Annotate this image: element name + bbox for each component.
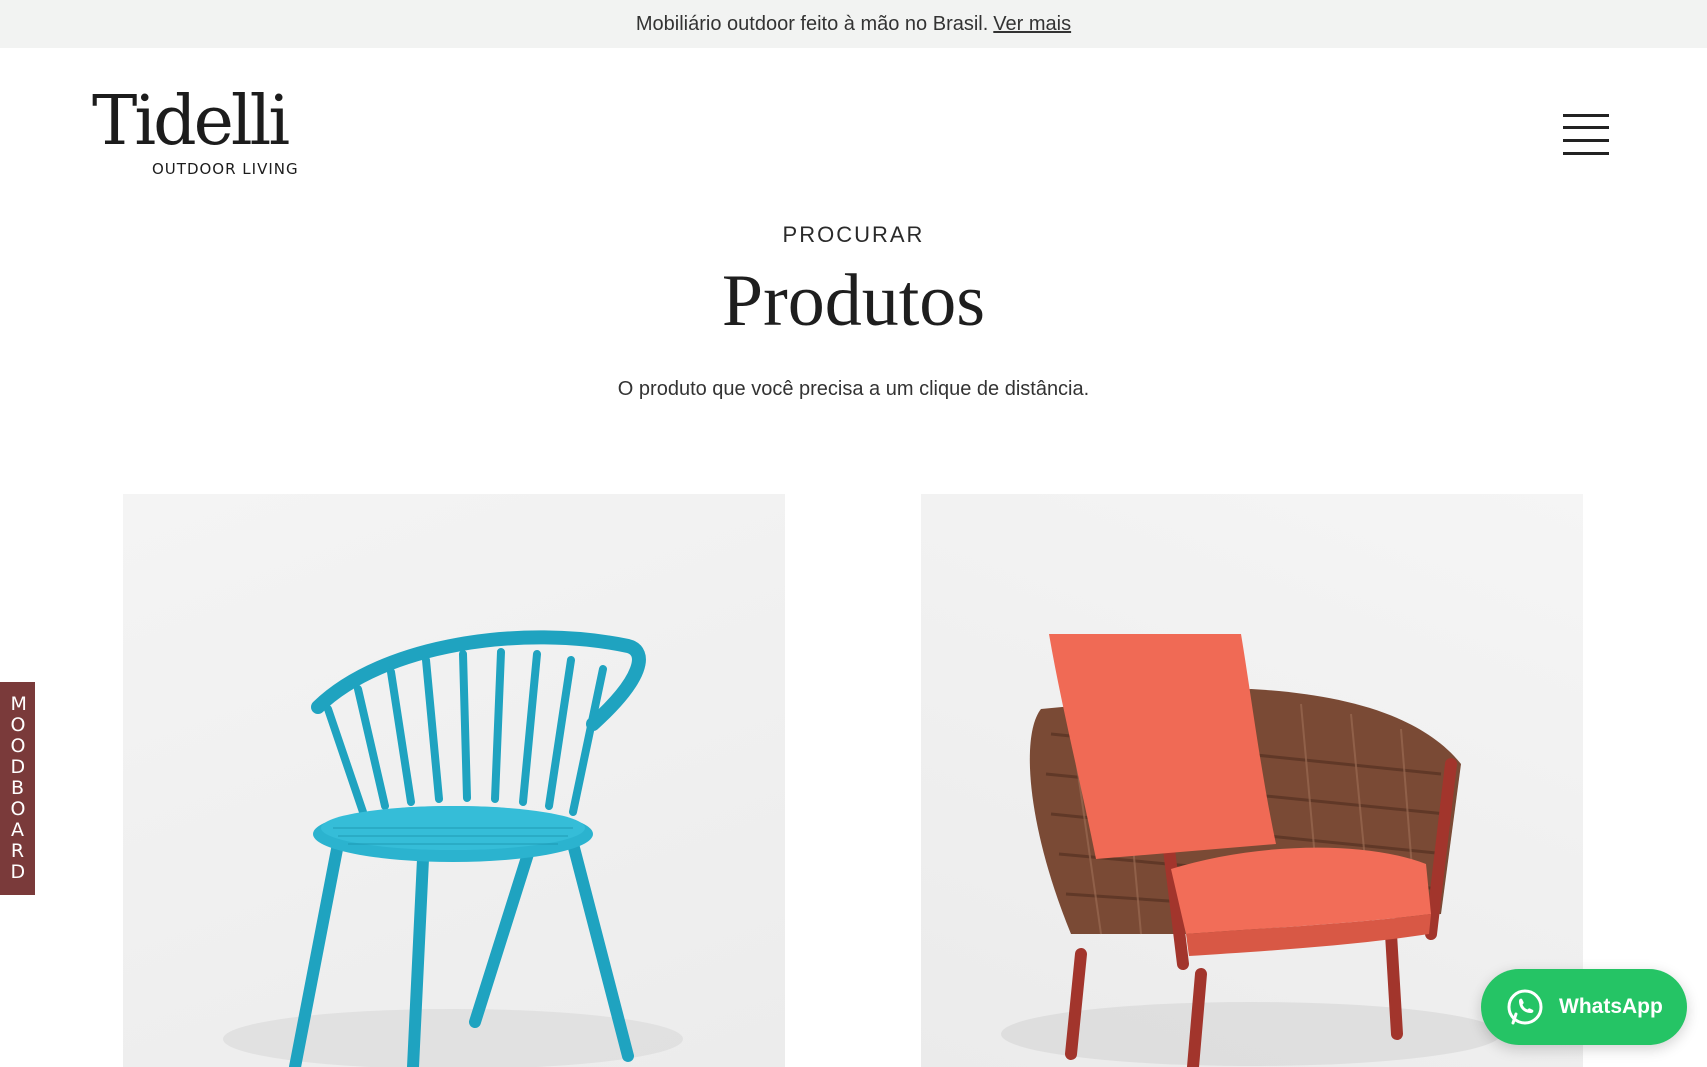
blue-chair-image	[223, 630, 683, 1067]
moodboard-tab[interactable]: MOODBOARD	[0, 682, 35, 895]
brand-tagline: OUTDOOR LIVING	[152, 160, 299, 178]
brand-name: Tidelli	[92, 82, 290, 161]
announcement-bar: Mobiliário outdoor feito à mão no Brasil…	[0, 0, 1707, 48]
coral-armchair-image	[1001, 634, 1501, 1067]
announcement-text: Mobiliário outdoor feito à mão no Brasil…	[635, 12, 989, 35]
product-card-coral-armchair[interactable]	[921, 494, 1583, 1067]
page-title: Produtos	[721, 260, 986, 342]
moodboard-label: MOODBOARD	[10, 693, 27, 883]
hero-kicker: PROCURAR	[782, 222, 925, 247]
whatsapp-label: WhatsApp	[1559, 995, 1663, 1018]
whatsapp-icon	[1507, 989, 1543, 1025]
announcement-link[interactable]: Ver mais	[993, 13, 1071, 36]
brand-logo[interactable]: Tidelli OUTDOOR LIVING	[92, 82, 298, 184]
menu-button[interactable]	[1561, 112, 1611, 158]
page-subtitle: O produto que você precisa a um clique d…	[617, 378, 1090, 400]
product-card-blue-chair[interactable]	[123, 494, 785, 1067]
whatsapp-button[interactable]: WhatsApp	[1481, 969, 1687, 1045]
